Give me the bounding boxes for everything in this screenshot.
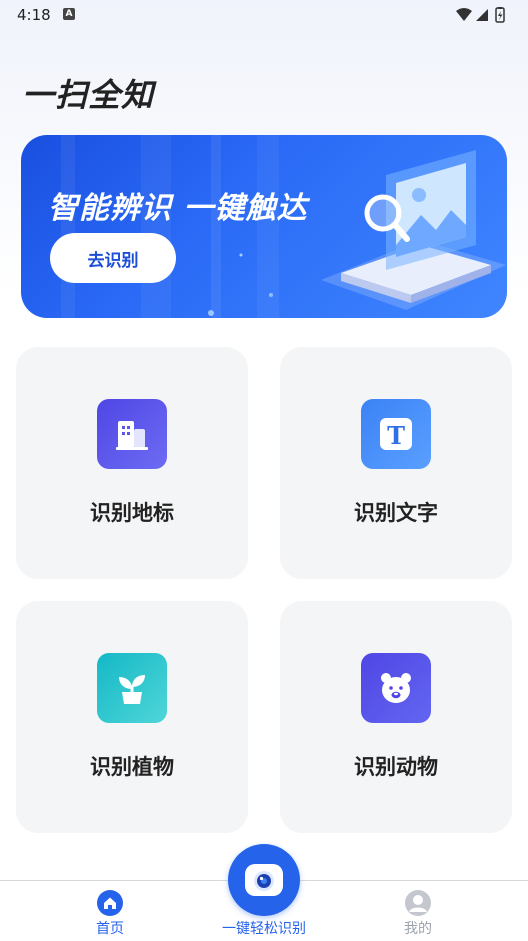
status-indicators-icon <box>456 7 505 23</box>
recognize-landmark-card[interactable]: 识别地标 <box>16 347 248 579</box>
signal-icon <box>476 9 488 21</box>
card-label: 识别动物 <box>354 755 438 779</box>
status-time: 4:18 <box>17 6 51 24</box>
status-bar: 4:18 A <box>0 0 528 30</box>
banner-illustration-icon <box>321 150 506 310</box>
promo-banner[interactable]: 智能辨识 一键触达 去识别 <box>21 135 507 318</box>
tab-mine[interactable]: 我的 <box>358 881 478 941</box>
notification-icon: A <box>63 8 75 20</box>
scan-camera-button[interactable] <box>228 844 300 916</box>
recognize-plant-card[interactable]: 识别植物 <box>16 601 248 833</box>
banner-slogan: 智能辨识 一键触达 <box>48 191 308 226</box>
card-label: 识别文字 <box>354 501 438 525</box>
tab-scan-label: 一键轻松识别 <box>222 921 306 937</box>
recognize-animal-card[interactable]: 识别动物 <box>280 601 512 833</box>
tab-home-label: 首页 <box>96 921 124 937</box>
tab-mine-label: 我的 <box>404 921 432 937</box>
wifi-icon <box>456 8 472 21</box>
card-label: 识别植物 <box>90 755 174 779</box>
user-avatar-icon <box>405 890 431 916</box>
app-title: 一扫全知 <box>22 76 155 114</box>
recognize-text-card[interactable]: T 识别文字 <box>280 347 512 579</box>
bear-icon <box>361 653 431 723</box>
building-icon <box>97 399 167 469</box>
camera-icon <box>245 864 283 896</box>
plant-icon <box>97 653 167 723</box>
tab-home[interactable]: 首页 <box>50 881 170 941</box>
go-recognize-button[interactable]: 去识别 <box>50 233 176 283</box>
text-t-icon: T <box>361 399 431 469</box>
svg-text:T: T <box>387 421 405 450</box>
home-icon <box>97 890 123 916</box>
card-label: 识别地标 <box>90 501 174 525</box>
